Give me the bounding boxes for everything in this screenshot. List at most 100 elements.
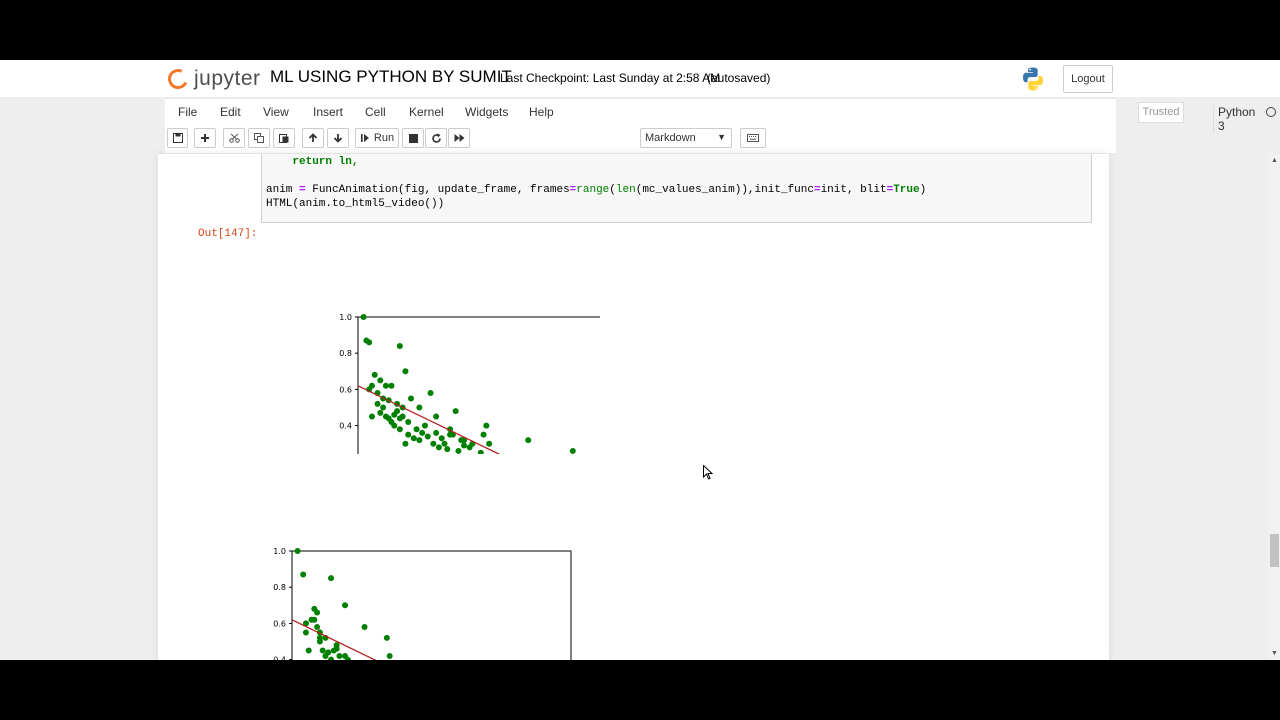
- logout-button[interactable]: Logout: [1063, 65, 1113, 93]
- scatter-point: [396, 342, 403, 349]
- code-line-4: HTML(anim.to_html5_video()): [266, 198, 444, 210]
- command-palette-button[interactable]: [740, 128, 766, 148]
- toolbar: Run Markdown ▼: [165, 126, 1116, 153]
- y-tick-label: 0.4: [339, 422, 352, 431]
- scatter-point: [408, 395, 415, 402]
- scatter-point: [405, 431, 412, 438]
- code-line-1: return ln,: [266, 156, 358, 168]
- mouse-cursor-icon: [703, 465, 713, 480]
- y-tick-label: 0.6: [339, 385, 352, 394]
- insert-cell-button[interactable]: [194, 128, 216, 148]
- scrollbar-thumb[interactable]: [1270, 534, 1279, 567]
- scatter-point: [316, 638, 323, 645]
- scatter-point: [368, 382, 375, 389]
- menu-help[interactable]: Help: [529, 105, 554, 119]
- scatter-point: [391, 422, 398, 429]
- scatter-point: [433, 429, 440, 436]
- scatter-point: [319, 647, 326, 654]
- scatter-point: [452, 408, 459, 415]
- restart-run-all-button[interactable]: [448, 128, 470, 148]
- move-up-button[interactable]: [302, 128, 324, 148]
- scatter-point: [386, 652, 393, 659]
- scatter-point: [444, 446, 451, 453]
- restart-button[interactable]: [425, 128, 447, 148]
- y-tick-label: 0.6: [273, 619, 286, 628]
- menu-widgets[interactable]: Widgets: [465, 105, 508, 119]
- code-line-text-3: anim = FuncAnimation(fig, update_frame, …: [266, 184, 927, 196]
- scatter-point: [438, 435, 445, 442]
- y-tick-label: 0.4: [273, 656, 286, 660]
- scatter-point: [435, 444, 442, 451]
- scrollbar[interactable]: [1268, 154, 1280, 660]
- scatter-point: [302, 629, 309, 636]
- autosave-status: (autosaved): [707, 71, 771, 85]
- arrow-up-icon: [308, 133, 318, 142]
- scatter-point: [383, 634, 390, 641]
- y-tick-label: 0.8: [339, 349, 352, 358]
- scatter-point: [374, 400, 381, 407]
- code-line-text-1: return ln,: [266, 156, 359, 168]
- copy-icon: [254, 133, 264, 143]
- scatter-point: [441, 440, 448, 447]
- paste-button[interactable]: [273, 128, 295, 148]
- move-down-button[interactable]: [327, 128, 349, 148]
- cell-type-select[interactable]: Markdown ▼: [640, 128, 732, 148]
- scatter-point: [486, 440, 493, 447]
- scatter-point: [305, 647, 312, 654]
- scatter-point: [483, 422, 490, 429]
- scatter-point: [455, 447, 462, 454]
- scatter-point: [342, 652, 349, 659]
- scatter-point: [410, 435, 417, 442]
- scatter-point: [433, 413, 440, 420]
- cell-type-value: Markdown: [645, 132, 696, 144]
- scatter-point: [300, 571, 307, 578]
- scatter-point: [361, 624, 368, 631]
- scatter-plot-2: 0.4 0.6 0.8 1.0: [273, 547, 572, 660]
- code-line-text-4: HTML(anim.to_html5_video()): [266, 198, 445, 210]
- run-icon: [360, 134, 369, 142]
- scatter-point: [294, 548, 301, 554]
- scatter-point: [430, 440, 437, 447]
- scatter-point: [525, 437, 532, 444]
- menu-view[interactable]: View: [263, 105, 289, 119]
- copy-button[interactable]: [248, 128, 270, 148]
- scatter-point: [377, 377, 384, 384]
- scatter-point: [388, 382, 395, 389]
- scroll-down-arrow-icon[interactable]: ▼: [1271, 650, 1278, 657]
- jupyter-logo[interactable]: jupyter: [165, 66, 261, 92]
- y-tick-label: 1.0: [273, 547, 286, 556]
- menu-insert[interactable]: Insert: [313, 105, 343, 119]
- scatter-point: [461, 442, 468, 449]
- menu-file[interactable]: File: [178, 105, 197, 119]
- cut-icon: [228, 133, 240, 143]
- run-button[interactable]: Run: [355, 128, 399, 148]
- y-tick-label: 1.0: [339, 313, 352, 322]
- menu-kernel[interactable]: Kernel: [409, 105, 444, 119]
- trusted-indicator[interactable]: Trusted: [1138, 102, 1184, 123]
- save-button[interactable]: [167, 128, 188, 148]
- interrupt-button[interactable]: [402, 128, 424, 148]
- scatter-point: [314, 624, 321, 631]
- scatter-point: [399, 413, 406, 420]
- jupyter-logo-icon: [165, 66, 191, 92]
- scatter-point: [333, 645, 340, 652]
- menu-edit[interactable]: Edit: [220, 105, 241, 119]
- jupyter-logo-text: jupyter: [194, 67, 261, 90]
- scatter-point: [314, 609, 321, 616]
- code-line-3: anim = FuncAnimation(fig, update_frame, …: [266, 184, 926, 196]
- scatter-point: [447, 431, 454, 438]
- paste-icon: [279, 134, 289, 143]
- menubar: File Edit View Insert Cell Kernel Widget…: [165, 98, 1276, 133]
- notebook-title[interactable]: ML USING PYTHON BY SUMIT: [270, 67, 512, 87]
- output-prompt: Out[147]:: [198, 228, 258, 240]
- scatter-point: [416, 437, 423, 444]
- code-cell-input[interactable]: return ln, anim = FuncAnimation(fig, upd…: [261, 154, 1092, 223]
- scroll-up-arrow-icon[interactable]: ▲: [1271, 157, 1278, 164]
- menu-cell[interactable]: Cell: [365, 105, 386, 119]
- y-tick-label: 0.8: [273, 583, 286, 592]
- scatter-plot-1: 0.40.60.81.00.00.20.40.60.81.0: [339, 313, 600, 454]
- cut-button[interactable]: [223, 128, 245, 148]
- scatter-point: [368, 413, 375, 420]
- scatter-point: [402, 440, 409, 447]
- scatter-point: [360, 314, 367, 320]
